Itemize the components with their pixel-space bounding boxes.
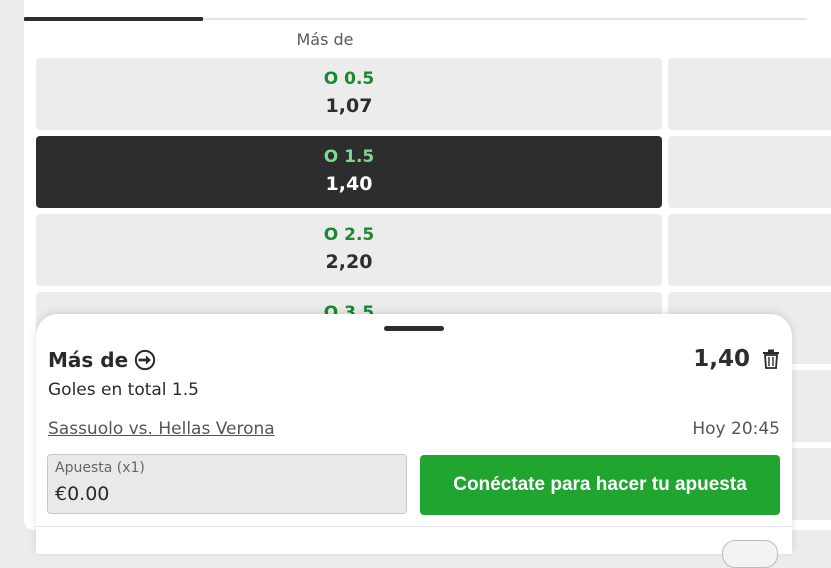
odds-price: 2,20 (325, 251, 373, 273)
odds-line: O 1.5 (323, 147, 375, 167)
active-tab-indicator (24, 17, 203, 21)
event-link[interactable]: Sassuolo vs. Hellas Verona (48, 419, 275, 439)
odds-button-o-1-5[interactable]: O 1.5 1,40 (36, 136, 662, 208)
bet-slip: Más de 1,40 Goles en total 1.5 Sassuolo … (36, 314, 792, 568)
bet-price: 1,40 (693, 346, 750, 372)
odds-price: 1,07 (325, 95, 373, 117)
odds-button-o-2-5[interactable]: O 2.5 2,20 (36, 214, 662, 286)
event-time: Hoy 20:45 (692, 419, 780, 439)
odds-button-under-1-5[interactable] (668, 136, 831, 208)
bet-market: Goles en total 1.5 (48, 380, 199, 400)
toggle-switch[interactable] (722, 540, 778, 568)
slip-divider (36, 526, 792, 527)
stake-input[interactable]: Apuesta (x1) €0.00 (47, 454, 407, 514)
column-header-over: Más de (296, 30, 354, 49)
odds-price: 1,40 (325, 173, 373, 195)
arrow-right-circle-icon (134, 349, 156, 371)
odds-line: O 0.5 (323, 69, 375, 89)
odds-button-under-0-5[interactable] (668, 58, 831, 130)
login-to-bet-button[interactable]: Conéctate para hacer tu apuesta (420, 455, 780, 515)
odds-button-under-2-5[interactable] (668, 214, 831, 286)
trash-icon[interactable] (762, 349, 780, 369)
odds-button-o-0-5[interactable]: O 0.5 1,07 (36, 58, 662, 130)
odds-line: O 2.5 (323, 225, 375, 245)
stake-value: €0.00 (55, 483, 110, 505)
stake-label: Apuesta (x1) (55, 460, 145, 476)
bet-selection-title: Más de (48, 348, 156, 372)
bet-selection-label: Más de (48, 348, 129, 372)
drag-handle[interactable] (384, 326, 444, 331)
